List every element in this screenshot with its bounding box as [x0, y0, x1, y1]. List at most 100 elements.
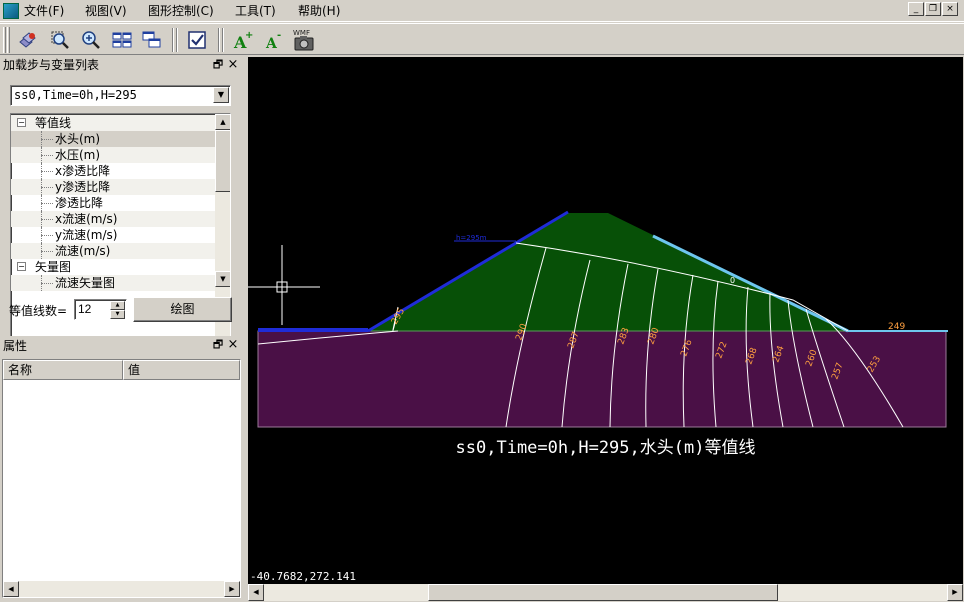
scroll-thumb[interactable]	[428, 584, 778, 601]
menu-file[interactable]: 文件(F)	[22, 3, 66, 19]
property-panel-title: 属性	[3, 339, 28, 353]
font-decrease-button[interactable]: A -	[261, 27, 287, 53]
panel-float-icon[interactable]: 🗗	[212, 58, 224, 72]
contour-count-spinner[interactable]: 12 ▲ ▼	[74, 299, 127, 320]
tree-guide-line	[41, 171, 53, 172]
menu-graphics-control[interactable]: 图形控制(C)	[146, 3, 216, 19]
tree-item-label: x流速(m/s)	[55, 212, 118, 226]
font-increase-button[interactable]: A +	[230, 27, 256, 53]
scroll-left-icon[interactable]: ◀	[3, 581, 19, 597]
tree-guide-line	[41, 203, 53, 204]
property-horizontal-scrollbar[interactable]: ◀ ▶	[3, 581, 240, 597]
tree-item[interactable]: x渗透比降	[11, 163, 215, 179]
load-step-value: ss0,Time=0h,H=295	[14, 88, 137, 102]
scroll-right-icon[interactable]: ▶	[947, 584, 963, 601]
draw-button[interactable]: 绘图	[133, 297, 232, 322]
foundation-region	[257, 330, 947, 428]
property-list: 名称 值 ◀ ▶	[2, 359, 241, 598]
toolbar-separator	[172, 28, 174, 52]
tree-item-label: 水头(m)	[55, 132, 101, 146]
tree-guide-line	[41, 187, 53, 188]
toolbar: A + A - WMF	[0, 23, 964, 55]
column-header-name[interactable]: 名称	[3, 360, 123, 380]
tree-guide-line	[41, 251, 53, 252]
tree-guide-line	[41, 235, 53, 236]
tree-item-label: 流速(m/s)	[55, 244, 111, 258]
contour-count-label: 等值线数=	[9, 304, 68, 318]
tree-guide-line	[41, 139, 53, 140]
svg-text:+: +	[245, 30, 253, 41]
zoom-window-button[interactable]	[47, 27, 73, 53]
waterline-label: h=295m	[456, 234, 487, 242]
panel-close-icon[interactable]: ×	[227, 338, 239, 352]
cascade-windows-button[interactable]	[139, 27, 165, 53]
tree-item-label: 水压(m)	[55, 148, 101, 162]
menu-view[interactable]: 视图(V)	[83, 3, 129, 19]
contour-value-label: 249	[888, 322, 905, 332]
layers-button[interactable]	[15, 27, 41, 53]
tree-item[interactable]: 流速矢量图	[11, 275, 215, 291]
tree-item[interactable]: 水头(m)	[11, 131, 215, 147]
property-panel: 属性 🗗 × 名称 值 ◀ ▶	[0, 336, 243, 602]
tree-group[interactable]: − 矢量图	[11, 259, 215, 275]
plot-caption: ss0,Time=0h,H=295,水头(m)等值线	[455, 438, 756, 458]
tree-guide-line	[41, 283, 53, 284]
scroll-up-icon[interactable]: ▲	[215, 114, 230, 130]
load-step-select[interactable]: ss0,Time=0h,H=295 ▼	[10, 85, 231, 106]
scroll-down-icon[interactable]: ▼	[215, 271, 230, 287]
column-header-value[interactable]: 值	[123, 360, 240, 380]
contour-plot-view[interactable]: h=295m 0 295 290 287 283 280 276 272 268 264 260 257…	[248, 57, 963, 584]
restore-button[interactable]: ❐	[925, 2, 941, 16]
panel-float-icon[interactable]: 🗗	[212, 338, 224, 352]
contour-count-value: 12	[78, 302, 92, 316]
tree-item[interactable]: y流速(m/s)	[11, 227, 215, 243]
tree-guide-line	[41, 219, 53, 220]
tree-item[interactable]: y渗透比降	[11, 179, 215, 195]
svg-text:WMF: WMF	[293, 29, 310, 37]
dam-body	[368, 213, 848, 331]
check-button[interactable]	[184, 27, 210, 53]
tree-item[interactable]: 流速(m/s)	[11, 243, 215, 259]
tree-item[interactable]: 水压(m)	[11, 147, 215, 163]
scroll-left-icon[interactable]: ◀	[248, 584, 264, 601]
tree-item-label: 矢量图	[35, 260, 72, 274]
tree-item[interactable]: x流速(m/s)	[11, 211, 215, 227]
collapse-icon[interactable]: −	[17, 118, 26, 127]
export-wmf-button[interactable]: WMF	[291, 27, 317, 53]
load-step-panel: 加载步与变量列表 🗗 × ss0,Time=0h,H=295 ▼ − 等值线 水头(…	[0, 56, 243, 347]
tree-item-label: y流速(m/s)	[55, 228, 118, 242]
tree-item-label: 渗透比降	[55, 196, 104, 210]
layers-icon	[19, 32, 36, 48]
panel-close-icon[interactable]: ×	[227, 58, 239, 72]
minimize-button[interactable]: _	[908, 2, 924, 16]
scroll-thumb[interactable]	[215, 130, 230, 192]
close-button[interactable]: ×	[942, 2, 958, 16]
collapse-icon[interactable]: −	[17, 262, 26, 271]
zoom-in-icon	[82, 31, 100, 49]
toolbar-separator	[176, 28, 178, 52]
load-panel-title: 加载步与变量列表	[3, 58, 100, 72]
cascade-icon	[142, 31, 161, 48]
zoom-in-button[interactable]	[78, 27, 104, 53]
svg-text:-: -	[277, 30, 281, 41]
tree-group[interactable]: − 等值线	[11, 115, 215, 131]
phreatic-label: 0	[730, 276, 735, 285]
menu-help[interactable]: 帮助(H)	[296, 3, 342, 19]
chevron-down-icon[interactable]: ▼	[213, 87, 229, 103]
tile-icon	[112, 32, 132, 48]
plot-horizontal-scrollbar[interactable]: ◀ ▶	[248, 584, 963, 601]
menu-tools[interactable]: 工具(T)	[233, 3, 278, 19]
spin-up-icon[interactable]: ▲	[110, 301, 125, 310]
wmf-camera-icon: WMF	[293, 29, 314, 51]
app-icon[interactable]	[3, 3, 19, 19]
toolbar-grip[interactable]	[7, 27, 10, 53]
scroll-right-icon[interactable]: ▶	[224, 581, 240, 597]
contour-plot-canvas[interactable]: h=295m0295290 287 283 280276 272 268 264 260257…	[248, 57, 963, 567]
spin-down-icon[interactable]: ▼	[110, 310, 125, 319]
toolbar-grip[interactable]	[3, 27, 6, 53]
tile-windows-button[interactable]	[109, 27, 135, 53]
tree-item[interactable]: 渗透比降	[11, 195, 215, 211]
check-icon	[188, 31, 206, 49]
tree-item-label: x渗透比降	[55, 164, 111, 178]
coordinate-readout: -40.7682,272.141	[250, 570, 356, 583]
